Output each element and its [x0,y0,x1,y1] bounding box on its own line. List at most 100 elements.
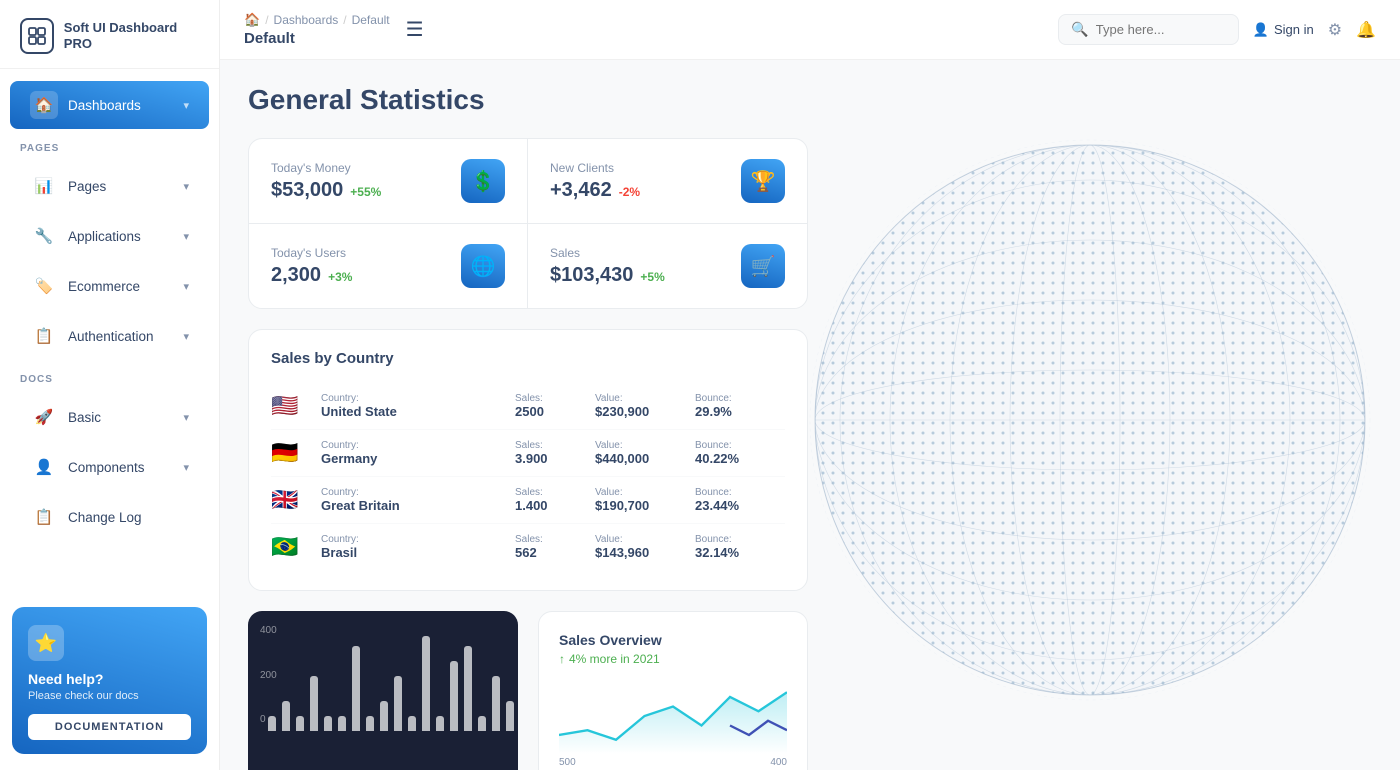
country-name: Germany [321,451,515,466]
bar [408,716,416,731]
basic-icon: 🚀 [30,403,58,431]
sales-amount: $103,430 [550,264,633,287]
authentication-icon: 📋 [30,322,58,350]
chevron-down-icon: ▾ [183,461,189,474]
clients-icon: 🏆 [741,159,785,203]
search-input[interactable] [1096,22,1226,37]
country-row: 🇧🇷 Country: Brasil Sales: 562 Value: $14… [271,524,785,570]
bar [296,716,304,731]
sidebar-item-changelog[interactable]: 📋 Change Log [10,493,209,541]
country-name: Brasil [321,545,515,560]
sales-country-title: Sales by Country [271,350,785,367]
breadcrumb-home-icon[interactable]: 🏠 [244,12,260,28]
chevron-down-icon: ▾ [183,99,189,112]
country-info: Country: United State [321,393,515,419]
bar [282,701,290,731]
y-label-200: 200 [260,670,277,681]
signin-button[interactable]: 👤 Sign in [1253,22,1314,38]
x-axis-labels: 500400 [559,757,787,768]
country-label: Country: [321,440,515,451]
sidebar-item-pages[interactable]: 📊 Pages ▾ [10,162,209,210]
search-box[interactable]: 🔍 [1058,14,1238,45]
bar [436,716,444,731]
signin-label: Sign in [1274,22,1314,37]
charts-row: 400 200 0 Sales Overview ↑ 4% more in 20… [248,611,808,770]
bar [366,716,374,731]
stat-info-money: Today's Money $53,000 +55% [271,161,381,202]
country-row: 🇩🇪 Country: Germany Sales: 3.900 Value: … [271,430,785,477]
bar [492,676,500,731]
bar [506,701,514,731]
sidebar-item-basic[interactable]: 🚀 Basic ▾ [10,393,209,441]
page-title-breadcrumb: Default [244,30,390,47]
sales-icon: 🛒 [741,244,785,288]
settings-icon[interactable]: ⚙ [1328,20,1342,40]
country-label: Country: [321,393,515,404]
breadcrumb-dashboards[interactable]: Dashboards [274,13,339,27]
sidebar-item-components[interactable]: 👤 Components ▾ [10,443,209,491]
bar [380,701,388,731]
pages-section-label: PAGES [0,131,219,160]
chevron-down-icon: ▾ [183,180,189,193]
applications-icon: 🔧 [30,222,58,250]
logo-icon [20,18,54,54]
sidebar-nav: 🏠 Dashboards ▾ PAGES 📊 Pages ▾ 🔧 Applica… [0,69,219,591]
stat-label-clients: New Clients [550,161,640,175]
country-value: Value: $143,960 [595,534,695,560]
y-labels: 400 200 0 [260,625,277,725]
sidebar-item-ecommerce[interactable]: 🏷️ Ecommerce ▾ [10,262,209,310]
country-sales: Sales: 1.400 [515,487,595,513]
stat-label-users: Today's Users [271,246,352,260]
search-icon: 🔍 [1071,21,1088,38]
country-value: Value: $440,000 [595,440,695,466]
country-sales: Sales: 562 [515,534,595,560]
bar [450,661,458,731]
changelog-icon: 📋 [30,503,58,531]
notification-icon[interactable]: 🔔 [1356,20,1376,40]
country-name: Great Britain [321,498,515,513]
bar [352,646,360,731]
sidebar-item-authentication[interactable]: 📋 Authentication ▾ [10,312,209,360]
stat-value-clients: +3,462 -2% [550,179,640,202]
help-star-icon: ⭐ [28,625,64,661]
stat-value-money: $53,000 +55% [271,179,381,202]
sales-overview-title: Sales Overview [559,632,787,648]
y-label-0: 0 [260,714,277,725]
sidebar-item-label: Pages [68,179,183,194]
content-wrapper: General Statistics Today's Money $53,000… [220,60,1400,770]
breadcrumb-default[interactable]: Default [352,13,390,27]
content: General Statistics Today's Money $53,000… [220,60,1400,770]
sidebar-item-label: Change Log [68,510,189,525]
documentation-button[interactable]: DOCUMENTATION [28,714,191,740]
users-amount: 2,300 [271,264,321,287]
sidebar-item-label: Authentication [68,329,183,344]
users-icon: 🌐 [461,244,505,288]
sales-by-country-card: Sales by Country 🇺🇸 Country: United Stat… [248,329,808,591]
sidebar-item-applications[interactable]: 🔧 Applications ▾ [10,212,209,260]
money-change: +55% [350,185,381,199]
money-amount: $53,000 [271,179,343,202]
hamburger-icon[interactable]: ☰ [406,17,424,42]
sidebar-item-dashboards[interactable]: 🏠 Dashboards ▾ [10,81,209,129]
sidebar: Soft UI Dashboard PRO 🏠 Dashboards ▾ PAG… [0,0,220,770]
country-flag: 🇬🇧 [271,487,321,513]
stat-card-money: Today's Money $53,000 +55% 💲 [249,139,528,224]
sales-overview-chart: 500400 [559,676,787,768]
sidebar-item-label: Dashboards [68,98,183,113]
page-title: General Statistics [248,84,1372,116]
country-row: 🇬🇧 Country: Great Britain Sales: 1.400 V… [271,477,785,524]
sidebar-logo: Soft UI Dashboard PRO [0,0,219,69]
clients-amount: +3,462 [550,179,612,202]
stat-value-sales: $103,430 +5% [550,264,665,287]
stat-card-clients: New Clients +3,462 -2% 🏆 [528,139,807,224]
country-sales: Sales: 3.900 [515,440,595,466]
bar [422,636,430,731]
sidebar-item-label: Applications [68,229,183,244]
sales-change: +5% [640,270,664,284]
ecommerce-icon: 🏷️ [30,272,58,300]
country-label: Country: [321,534,515,545]
country-sales: Sales: 2500 [515,393,595,419]
help-title: Need help? [28,671,103,687]
stat-label-money: Today's Money [271,161,381,175]
bar [464,646,472,731]
